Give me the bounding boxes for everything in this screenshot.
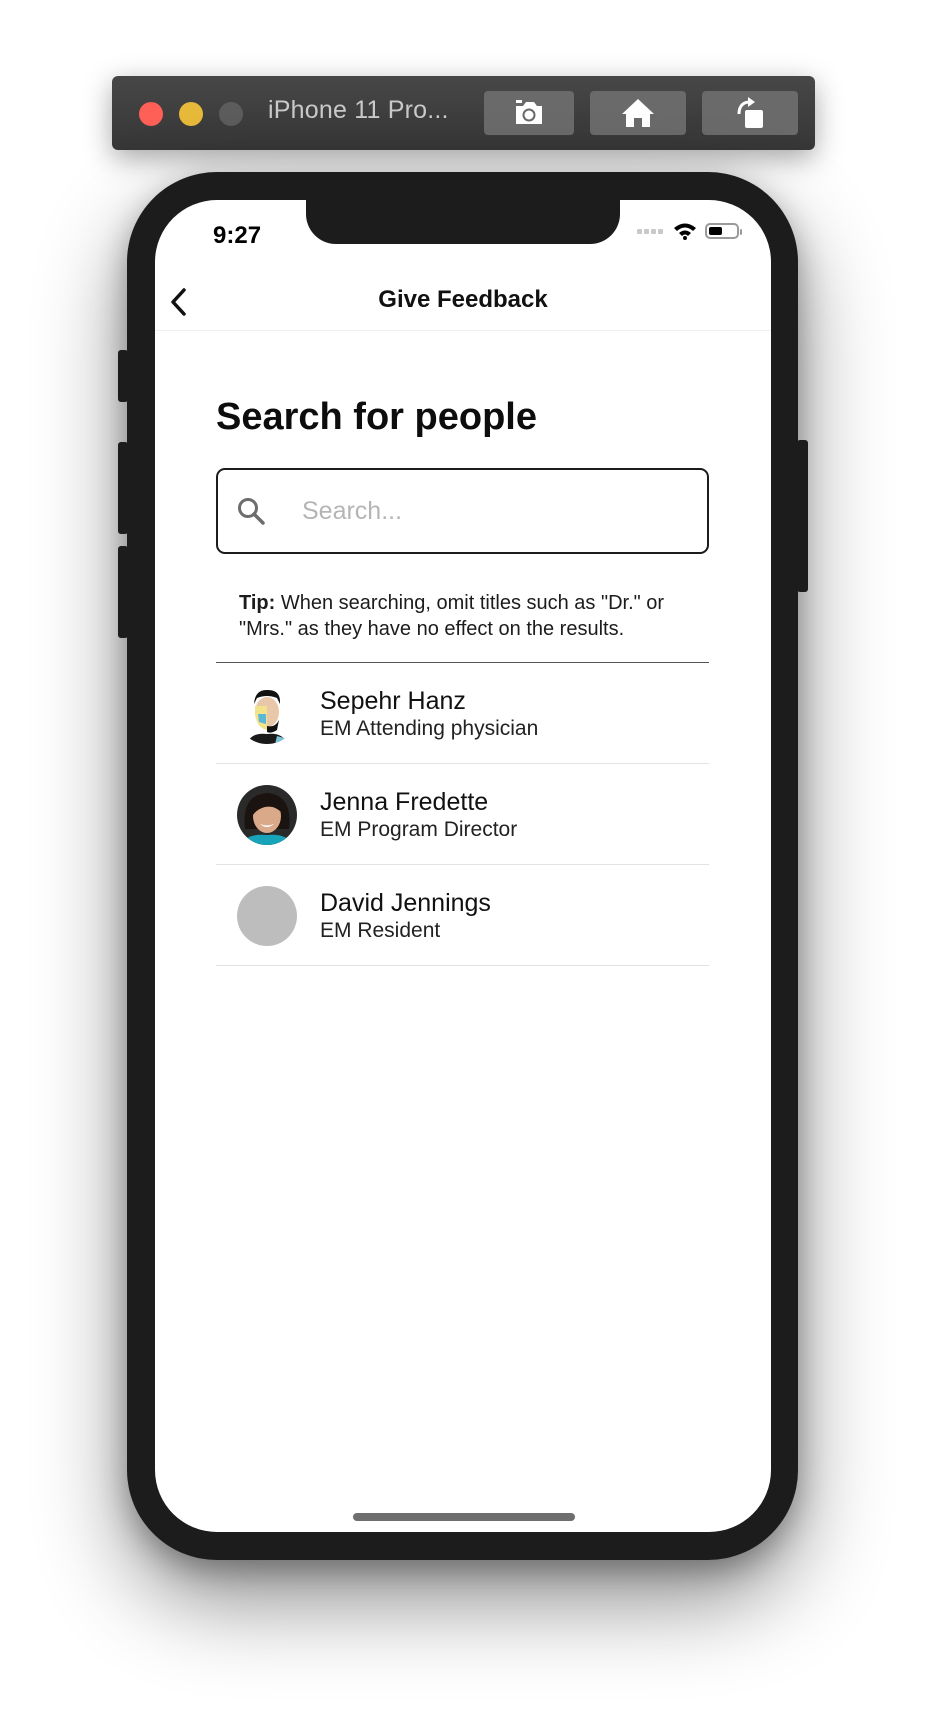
- person-name: Sepehr Hanz: [320, 687, 466, 715]
- power-button: [797, 440, 808, 592]
- home-button[interactable]: [590, 91, 686, 135]
- avatar: [237, 785, 297, 845]
- screenshot-button[interactable]: [484, 91, 574, 135]
- home-indicator[interactable]: [353, 1513, 575, 1521]
- tip-text: When searching, omit titles such as "Dr.…: [239, 592, 665, 640]
- list-item[interactable]: Jenna Fredette EM Program Director: [216, 764, 709, 865]
- search-box[interactable]: [216, 468, 709, 554]
- avatar-image: [237, 684, 297, 744]
- search-input[interactable]: [302, 490, 682, 532]
- person-name: Jenna Fredette: [320, 788, 489, 816]
- list-item[interactable]: David Jennings EM Resident: [216, 865, 709, 966]
- page-title: Search for people: [216, 396, 537, 438]
- search-tip: Tip: When searching, omit titles such as…: [239, 590, 699, 642]
- tip-label: Tip:: [239, 592, 276, 614]
- person-role: EM Program Director: [320, 818, 518, 841]
- simulator-title: iPhone 11 Pro...: [268, 96, 449, 124]
- person-role: EM Attending physician: [320, 717, 539, 740]
- battery-icon: [705, 223, 742, 239]
- person-name: David Jennings: [320, 889, 491, 917]
- volume-up-button: [118, 442, 128, 534]
- minimize-window-button[interactable]: [179, 102, 203, 126]
- mute-switch: [118, 350, 128, 402]
- rotate-button[interactable]: [702, 91, 798, 135]
- list-item[interactable]: Sepehr Hanz EM Attending physician: [216, 663, 709, 764]
- wifi-icon: [674, 223, 696, 240]
- close-window-button[interactable]: [139, 102, 163, 126]
- cellular-signal-icon: [637, 229, 663, 234]
- status-time: 9:27: [213, 222, 262, 249]
- volume-down-button: [118, 546, 128, 638]
- notch: [306, 200, 620, 244]
- person-role: EM Resident: [320, 919, 441, 942]
- status-icons: [637, 222, 742, 240]
- nav-bar: Give Feedback: [155, 276, 771, 331]
- avatar: [237, 684, 297, 744]
- rotate-icon: [737, 97, 763, 128]
- camera-icon: [516, 100, 542, 124]
- nav-title: Give Feedback: [378, 286, 548, 313]
- avatar-placeholder: [237, 886, 297, 946]
- app-screen: 9:27 Give Feedback Search for people Sea…: [155, 200, 771, 1532]
- avatar-image: [237, 785, 297, 845]
- search-icon: [238, 498, 265, 525]
- zoom-window-button[interactable]: [219, 102, 243, 126]
- simulator-toolbar: iPhone 11 Pro...: [112, 76, 815, 150]
- home-icon: [622, 99, 654, 127]
